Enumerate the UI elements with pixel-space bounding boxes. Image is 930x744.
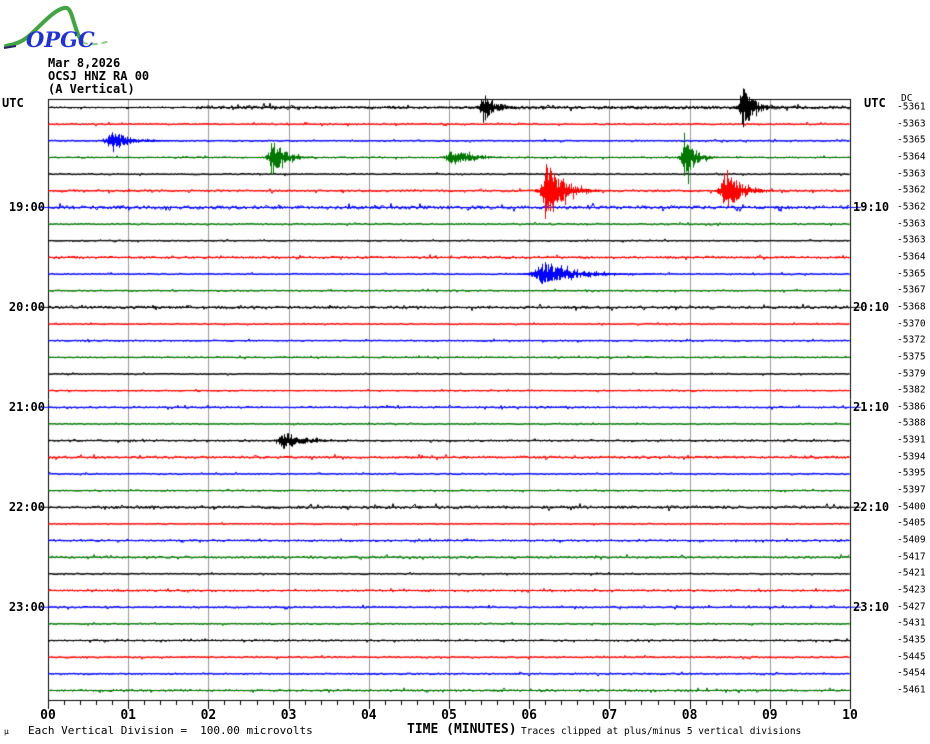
dc-value: -5363	[897, 234, 926, 246]
dc-value: -5388	[897, 417, 926, 429]
dc-value: -5400	[897, 501, 926, 513]
scale-note: Each Vertical Division = 100.00 microvol…	[28, 724, 313, 737]
dc-value: -5445	[897, 651, 926, 663]
dc-value: -5363	[897, 118, 926, 130]
hour-label-right: 21:10	[853, 399, 890, 414]
dc-value: -5364	[897, 251, 926, 263]
hour-label-left: 22:00	[8, 499, 45, 514]
dc-value: -5363	[897, 168, 926, 180]
hour-label-left: 19:00	[8, 199, 45, 214]
dc-value: -5391	[897, 434, 926, 446]
x-tick-label: 04	[360, 708, 377, 723]
dc-value: -5435	[897, 634, 926, 646]
dc-value: -5423	[897, 584, 926, 596]
dc-value: -5364	[897, 151, 926, 163]
x-tick-label: 08	[681, 708, 698, 723]
dc-value: -5361	[897, 101, 926, 113]
dc-value: -5362	[897, 201, 926, 213]
dc-value: -5386	[897, 401, 926, 413]
right-axis-title: UTC	[864, 96, 886, 110]
title-component: (A Vertical)	[48, 82, 135, 96]
hour-label-right: 20:10	[853, 299, 890, 314]
x-tick-label: 05	[441, 708, 457, 723]
hour-label-left: 23:00	[8, 599, 45, 614]
dc-value: -5421	[897, 567, 926, 579]
hour-label-right: 23:10	[853, 599, 890, 614]
x-tick-label: 03	[280, 708, 297, 723]
x-tick-label: 01	[120, 708, 137, 723]
x-tick-label: 06	[521, 708, 538, 723]
logo-text: OPGC	[26, 27, 95, 52]
dc-value: -5372	[897, 334, 926, 346]
x-axis-title: TIME (MINUTES)	[407, 722, 517, 737]
left-axis-title: UTC	[2, 96, 24, 110]
dc-value: -5409	[897, 534, 926, 546]
dc-value: -5375	[897, 351, 926, 363]
dc-value: -5394	[897, 451, 926, 463]
dc-value: -5368	[897, 301, 926, 313]
dc-value: -5365	[897, 268, 926, 280]
x-tick-label: 07	[601, 708, 618, 723]
seismogram-plot	[0, 0, 930, 744]
dc-value: -5405	[897, 517, 926, 529]
dc-value: -5367	[897, 284, 926, 296]
dc-value: -5427	[897, 601, 926, 613]
microvolt-marker: µ	[4, 727, 9, 736]
dc-value: -5362	[897, 184, 926, 196]
dc-value: -5431	[897, 617, 926, 629]
dc-value: -5417	[897, 551, 926, 563]
dc-value: -5370	[897, 318, 926, 330]
dc-value: -5382	[897, 384, 926, 396]
dc-value: -5379	[897, 368, 926, 379]
dc-value: -5461	[897, 684, 926, 696]
hour-label-right: 19:10	[853, 199, 890, 214]
x-tick-label: 00	[40, 708, 56, 723]
dc-value: -5454	[897, 667, 926, 679]
hour-label-left: 20:00	[8, 299, 45, 314]
dc-value: -5395	[897, 467, 926, 479]
clip-note: Traces clipped at plus/minus 5 vertical …	[521, 726, 802, 737]
hour-label-right: 22:10	[853, 499, 890, 514]
helicorder-screen: OPGC Mar 8,2026 OCSJ HNZ RA 00 (A Vertic…	[0, 0, 930, 744]
x-tick-label: 09	[761, 708, 778, 723]
dc-value: -5397	[897, 484, 926, 496]
hour-label-left: 21:00	[8, 399, 45, 414]
x-tick-label: 02	[200, 708, 217, 723]
dc-value: -5365	[897, 134, 926, 146]
dc-value: -5363	[897, 218, 926, 230]
x-tick-label: 10	[842, 708, 858, 723]
opgc-logo: OPGC	[3, 5, 111, 52]
